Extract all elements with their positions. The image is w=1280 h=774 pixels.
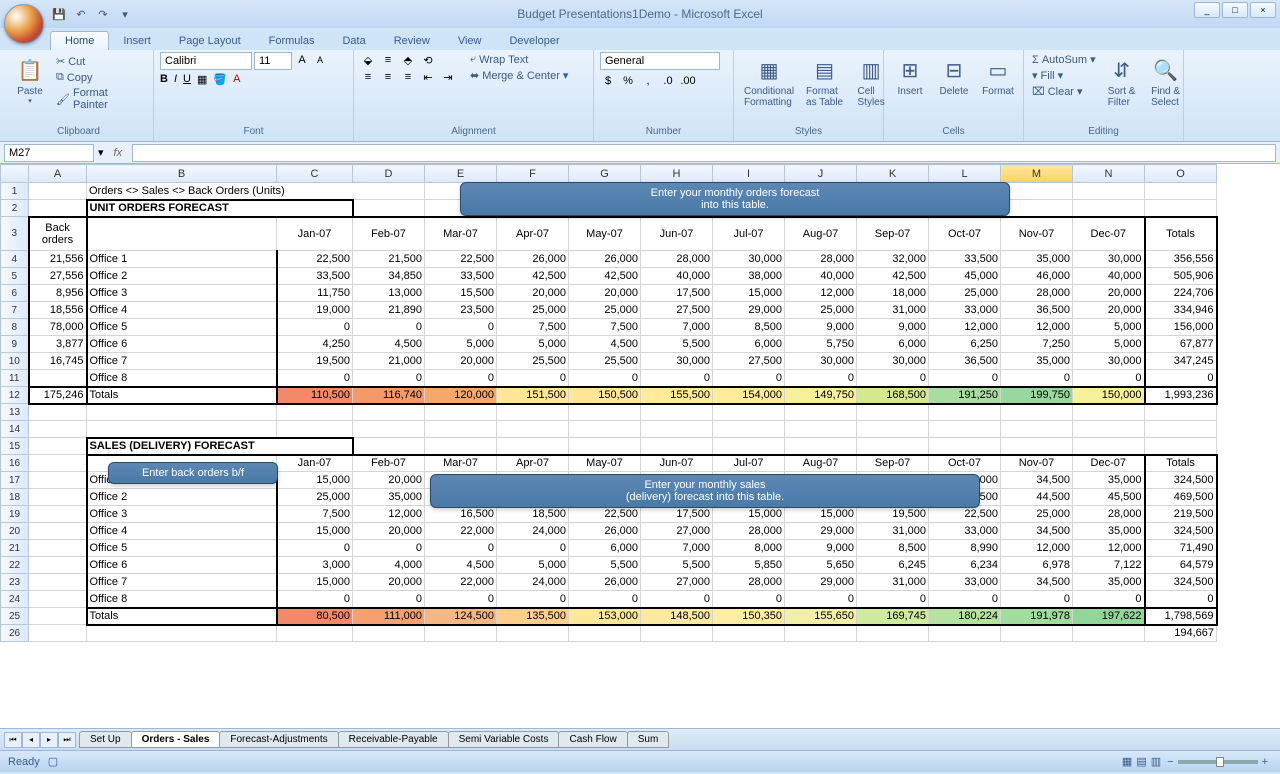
comma-icon[interactable]: , [640, 73, 656, 89]
insert-cells-button[interactable]: ⊞Insert [890, 52, 930, 99]
formula-input[interactable] [132, 144, 1276, 162]
callout-back-orders: Enter back orders b/f [108, 462, 278, 484]
editing-group-label: Editing [1030, 124, 1177, 139]
callout-orders-forecast: Enter your monthly orders forecast into … [460, 182, 1010, 216]
merge-center-button[interactable]: ⬌ Merge & Center ▾ [468, 68, 570, 83]
title-bar: 💾 ↶ ↷ ▾ Budget Presentations1Demo - Micr… [0, 0, 1280, 28]
ribbon-tab-insert[interactable]: Insert [109, 32, 165, 50]
quick-access-toolbar: 💾 ↶ ↷ ▾ [50, 5, 134, 23]
tab-nav-next-icon[interactable]: ▸ [40, 732, 58, 748]
cut-button[interactable]: ✂ Cut [54, 54, 147, 69]
increase-indent-icon[interactable]: ⇥ [440, 69, 456, 85]
format-painter-button[interactable]: 🖌 Format Painter [54, 86, 147, 112]
copy-button[interactable]: ⧉ Copy [54, 70, 147, 85]
window-title: Budget Presentations1Demo - Microsoft Ex… [517, 7, 762, 21]
name-box[interactable]: M27 [4, 144, 94, 162]
delete-cells-button[interactable]: ⊟Delete [934, 52, 974, 99]
undo-icon[interactable]: ↶ [72, 5, 90, 23]
wrap-text-button[interactable]: ⤶ Wrap Text [468, 52, 570, 67]
normal-view-icon[interactable]: ▦ [1122, 755, 1132, 768]
align-top-icon[interactable]: ⬙ [360, 52, 376, 68]
decrease-decimal-icon[interactable]: .00 [680, 73, 696, 89]
increase-decimal-icon[interactable]: .0 [660, 73, 676, 89]
sort-filter-button[interactable]: ⇵Sort & Filter [1102, 52, 1142, 110]
tab-nav-prev-icon[interactable]: ◂ [22, 732, 40, 748]
sheet-tab[interactable]: Semi Variable Costs [448, 731, 560, 748]
qat-dropdown-icon[interactable]: ▾ [116, 5, 134, 23]
ribbon-tab-data[interactable]: Data [328, 32, 379, 50]
worksheet-grid[interactable]: ABCDEFGHIJKLMNO1Orders <> Sales <> Back … [0, 164, 1280, 728]
save-icon[interactable]: 💾 [50, 5, 68, 23]
macro-record-icon[interactable]: ▢ [48, 755, 58, 768]
sheet-tab[interactable]: Orders - Sales [131, 731, 221, 748]
redo-icon[interactable]: ↷ [94, 5, 112, 23]
sheet-tab[interactable]: Forecast-Adjustments [219, 731, 338, 748]
orientation-icon[interactable]: ⟲ [420, 52, 436, 68]
sheet-tab[interactable]: Set Up [79, 731, 132, 748]
sheet-tab[interactable]: Sum [627, 731, 670, 748]
ribbon-tab-review[interactable]: Review [380, 32, 444, 50]
fill-color-button[interactable]: 🪣 [213, 73, 227, 86]
sheet-tab[interactable]: Cash Flow [558, 731, 627, 748]
align-right-icon[interactable]: ≡ [400, 69, 416, 85]
styles-group-label: Styles [740, 124, 877, 139]
status-bar: Ready ▢ ▦ ▤ ▥ − + [0, 750, 1280, 772]
ribbon-tab-home[interactable]: Home [50, 31, 109, 50]
fill-button[interactable]: ▾ Fill ▾ [1030, 68, 1098, 83]
format-as-table-button[interactable]: ▤Format as Table [802, 52, 847, 110]
number-group-label: Number [600, 124, 727, 139]
minimize-button[interactable]: _ [1194, 2, 1220, 18]
currency-icon[interactable]: $ [600, 73, 616, 89]
find-select-button[interactable]: 🔍Find & Select [1146, 52, 1186, 110]
ribbon-tab-formulas[interactable]: Formulas [255, 32, 329, 50]
zoom-in-icon[interactable]: + [1262, 756, 1268, 768]
align-bottom-icon[interactable]: ⬘ [400, 52, 416, 68]
align-middle-icon[interactable]: ≡ [380, 52, 396, 68]
number-format-select[interactable]: General [600, 52, 720, 70]
status-label: Ready [8, 756, 40, 768]
align-center-icon[interactable]: ≡ [380, 69, 396, 85]
ribbon-tab-view[interactable]: View [444, 32, 496, 50]
font-size-select[interactable]: 11 [254, 52, 292, 70]
callout-sales-forecast: Enter your monthly sales (delivery) fore… [430, 474, 980, 508]
font-name-select[interactable]: Calibri [160, 52, 252, 70]
ribbon-tab-developer[interactable]: Developer [495, 32, 573, 50]
zoom-slider[interactable] [1178, 760, 1258, 764]
maximize-button[interactable]: □ [1222, 2, 1248, 18]
increase-font-icon[interactable]: A [294, 52, 310, 68]
clipboard-group-label: Clipboard [10, 124, 147, 139]
ribbon: 📋Paste▾ ✂ Cut ⧉ Copy 🖌 Format Painter Cl… [0, 50, 1280, 142]
tab-nav-first-icon[interactable]: ⏮ [4, 732, 22, 748]
conditional-formatting-button[interactable]: ▦Conditional Formatting [740, 52, 798, 110]
page-layout-view-icon[interactable]: ▤ [1136, 755, 1146, 768]
ribbon-tabs: HomeInsertPage LayoutFormulasDataReviewV… [50, 28, 1280, 50]
formula-bar: M27 ▾ fx [0, 142, 1280, 164]
office-button[interactable] [4, 4, 44, 44]
zoom-out-icon[interactable]: − [1167, 756, 1173, 768]
italic-button[interactable]: I [174, 73, 177, 86]
percent-icon[interactable]: % [620, 73, 636, 89]
sheet-tab[interactable]: Receivable-Payable [338, 731, 449, 748]
bold-button[interactable]: B [160, 73, 168, 86]
paste-button[interactable]: 📋Paste▾ [10, 52, 50, 107]
ribbon-tab-page-layout[interactable]: Page Layout [165, 32, 255, 50]
tab-nav-last-icon[interactable]: ⏭ [58, 732, 76, 748]
fx-icon[interactable]: fx [108, 147, 129, 159]
decrease-indent-icon[interactable]: ⇤ [420, 69, 436, 85]
cells-group-label: Cells [890, 124, 1017, 139]
clear-button[interactable]: ⌧ Clear ▾ [1030, 84, 1098, 99]
align-left-icon[interactable]: ≡ [360, 69, 376, 85]
border-button[interactable]: ▦ [197, 73, 207, 86]
decrease-font-icon[interactable]: A [312, 52, 328, 68]
autosum-button[interactable]: Σ AutoSum ▾ [1030, 52, 1098, 67]
close-button[interactable]: × [1250, 2, 1276, 18]
underline-button[interactable]: U [183, 73, 191, 86]
font-group-label: Font [160, 124, 347, 139]
font-color-button[interactable]: A [233, 73, 240, 86]
sheet-tab-bar: ⏮ ◂ ▸ ⏭ Set UpOrders - SalesForecast-Adj… [0, 728, 1280, 750]
namebox-dropdown-icon[interactable]: ▾ [98, 146, 104, 159]
alignment-group-label: Alignment [360, 124, 587, 139]
page-break-view-icon[interactable]: ▥ [1151, 755, 1161, 768]
format-cells-button[interactable]: ▭Format [978, 52, 1018, 99]
